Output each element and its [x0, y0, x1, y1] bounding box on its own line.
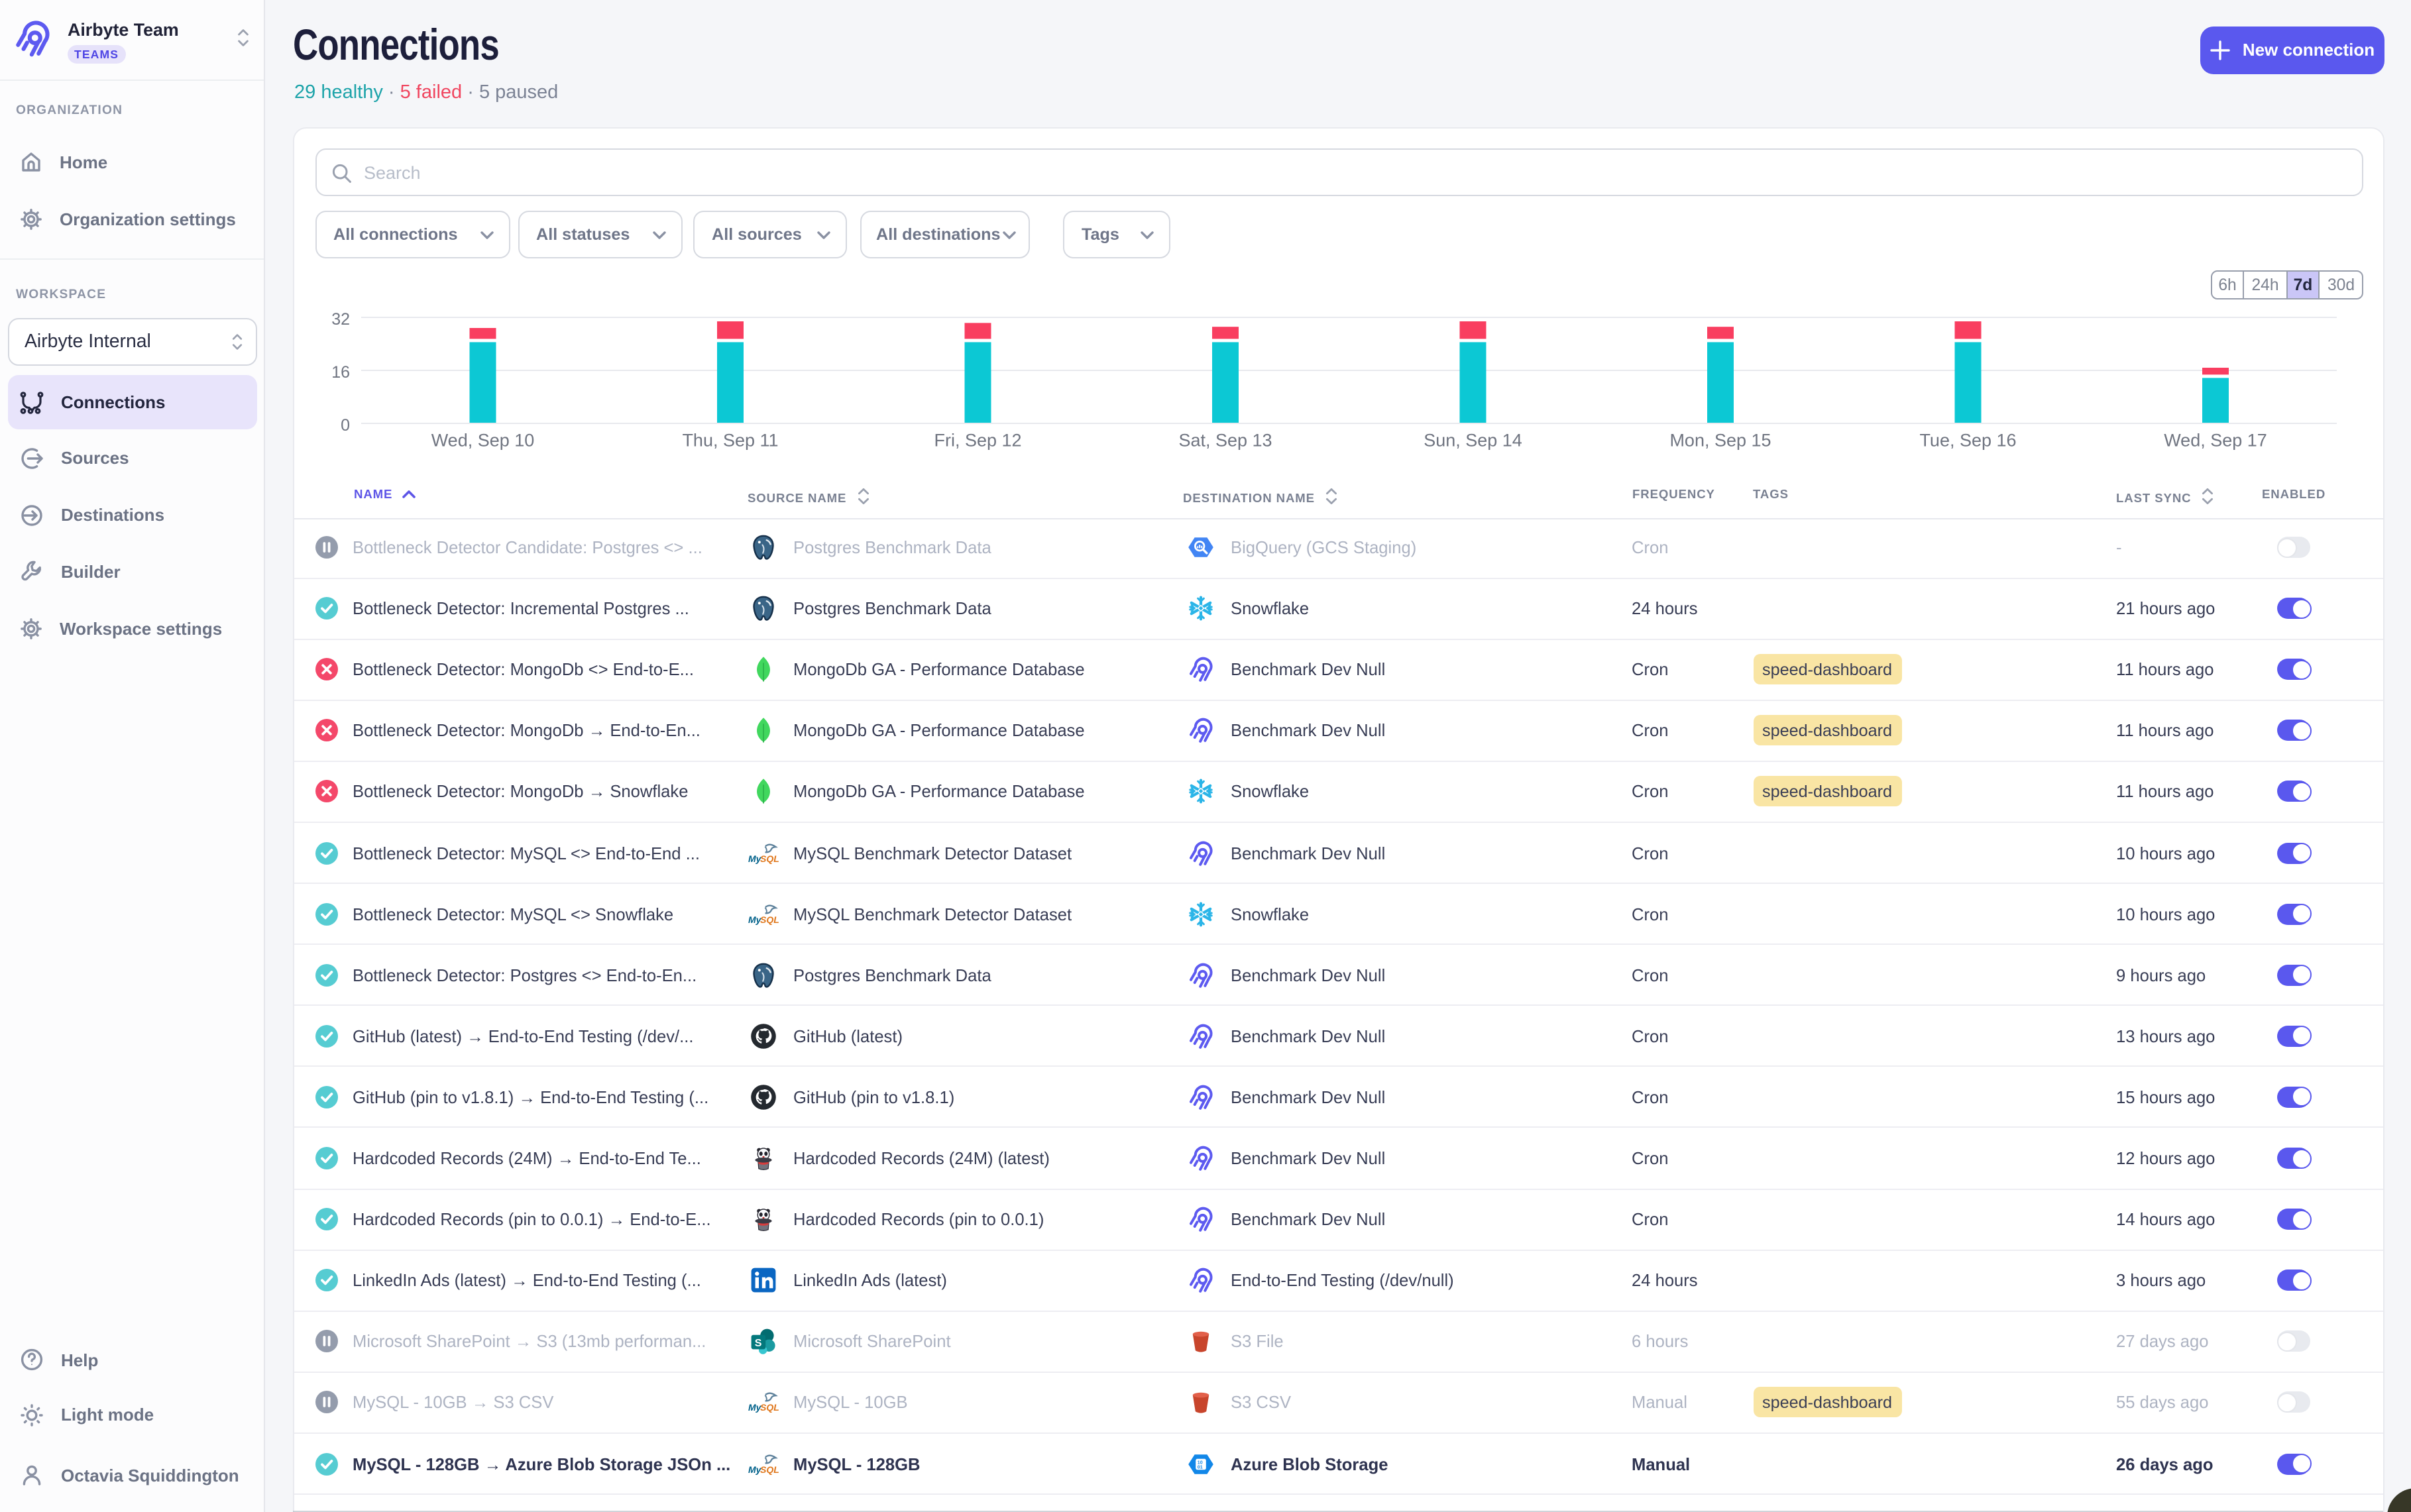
svg-text:Wed, Sep 17: Wed, Sep 17: [2163, 431, 2267, 451]
svg-text:Fri, Sep 12: Fri, Sep 12: [933, 431, 1021, 451]
svg-text:SQL: SQL: [759, 1464, 779, 1474]
svg-text:32: 32: [331, 310, 349, 329]
svg-text:SQL: SQL: [759, 914, 779, 924]
svg-text:16: 16: [331, 363, 349, 382]
svg-text:Tue, Sep 16: Tue, Sep 16: [1919, 431, 2015, 451]
svg-text:Mon, Sep 15: Mon, Sep 15: [1669, 431, 1770, 451]
svg-text:S: S: [755, 1338, 762, 1349]
svg-text:Wed, Sep 10: Wed, Sep 10: [431, 431, 534, 451]
svg-text:SQL: SQL: [759, 853, 779, 863]
svg-text:01: 01: [1198, 1464, 1203, 1470]
svg-text:Sun, Sep 14: Sun, Sep 14: [1423, 431, 1522, 451]
svg-text:Thu, Sep 11: Thu, Sep 11: [681, 431, 777, 451]
svg-text:SQL: SQL: [759, 1403, 779, 1413]
svg-text:0: 0: [340, 416, 349, 435]
svg-text:Sat, Sep 13: Sat, Sep 13: [1178, 431, 1271, 451]
